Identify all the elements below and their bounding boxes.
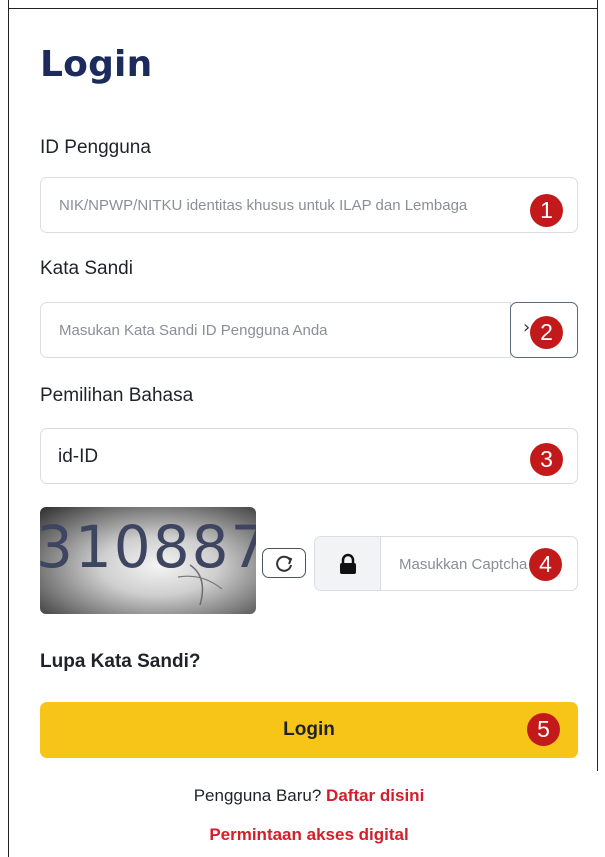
lock-addon: [315, 537, 381, 590]
refresh-icon: [276, 555, 293, 572]
forgot-password-link[interactable]: Lupa Kata Sandi?: [40, 651, 200, 673]
user-id-input[interactable]: NIK/NPWP/NITKU identitas khusus untuk IL…: [40, 177, 578, 233]
frame-border-right: [597, 0, 598, 771]
annotation-badge-1: 1: [530, 194, 563, 227]
lock-icon: [340, 553, 356, 574]
language-value: id-ID: [58, 446, 99, 467]
password-label: Kata Sandi: [40, 258, 133, 279]
login-button-label: Login: [283, 719, 335, 740]
register-prompt-text: Pengguna Baru?: [193, 786, 322, 805]
captcha-placeholder: Masukkan Captcha: [399, 556, 528, 573]
language-label: Pemilihan Bahasa: [40, 385, 194, 406]
register-link[interactable]: Daftar disini: [326, 786, 424, 805]
captcha-image: 310887: [40, 507, 256, 614]
chevron-icon: ›: [523, 317, 531, 338]
user-id-label: ID Pengguna: [40, 137, 151, 158]
password-placeholder: Masukan Kata Sandi ID Pengguna Anda: [59, 322, 328, 339]
digital-access-row: Permintaan akses digital: [0, 825, 605, 845]
frame-border-left: [8, 0, 9, 857]
digital-access-link[interactable]: Permintaan akses digital: [209, 825, 408, 844]
annotation-badge-2: 2: [530, 316, 563, 349]
login-button[interactable]: Login: [40, 702, 578, 758]
register-prompt: Pengguna Baru? Daftar disini: [0, 786, 605, 806]
annotation-badge-3: 3: [530, 443, 563, 476]
annotation-badge-5: 5: [527, 713, 560, 746]
annotation-badge-4: 4: [529, 548, 562, 581]
page-title: Login: [40, 44, 153, 85]
password-input[interactable]: Masukan Kata Sandi ID Pengguna Anda: [40, 302, 511, 358]
user-id-placeholder: NIK/NPWP/NITKU identitas khusus untuk IL…: [59, 197, 468, 214]
frame-border-top: [8, 8, 598, 9]
language-select[interactable]: id-ID: [40, 428, 578, 484]
captcha-noise-lines: [177, 564, 223, 606]
captcha-refresh-button[interactable]: [262, 548, 306, 578]
